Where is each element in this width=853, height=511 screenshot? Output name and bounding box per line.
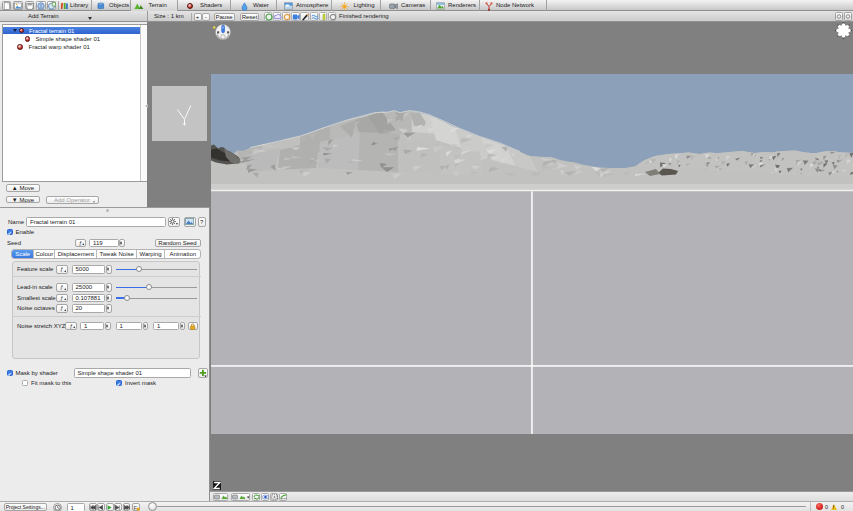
svg-text:F: F <box>133 505 137 511</box>
